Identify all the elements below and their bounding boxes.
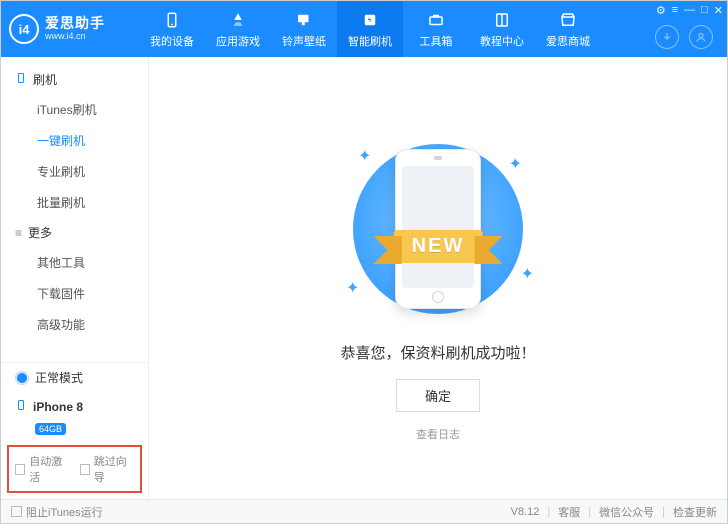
- mode-dot-icon: [15, 371, 29, 385]
- app-url: www.i4.cn: [45, 32, 105, 42]
- post-flash-options: 自动激活 跳过向导: [7, 445, 142, 493]
- app-header: i4 爱思助手 www.i4.cn 我的设备 应用游戏 铃声壁纸 智能刷机 工具…: [1, 1, 727, 57]
- sparkle-icon: ✦: [521, 264, 534, 284]
- sparkle-icon: ✦: [346, 278, 359, 298]
- wechat-link[interactable]: 微信公众号: [599, 504, 654, 520]
- sparkle-icon: ✦: [358, 146, 371, 166]
- close-icon[interactable]: ✕: [714, 4, 723, 17]
- ribbon-text: NEW: [394, 230, 483, 263]
- shop-icon: [558, 10, 578, 30]
- nav-ringtones[interactable]: 铃声壁纸: [271, 1, 337, 57]
- apps-icon: [228, 10, 248, 30]
- mode-label: 正常模式: [35, 369, 83, 386]
- main-nav: 我的设备 应用游戏 铃声壁纸 智能刷机 工具箱 教程中心 爱思商城: [139, 1, 601, 57]
- sidebar-item-pro-flash[interactable]: 专业刷机: [1, 156, 148, 187]
- checkbox-icon: [80, 464, 90, 475]
- logo-text: 爱思助手 www.i4.cn: [45, 16, 105, 41]
- download-button[interactable]: [655, 25, 679, 49]
- nav-label: 智能刷机: [348, 33, 392, 49]
- sidebar-group-title: 刷机: [33, 71, 57, 88]
- nav-toolbox[interactable]: 工具箱: [403, 1, 469, 57]
- logo-icon: i4: [9, 14, 39, 44]
- sparkle-icon: ✦: [509, 154, 522, 174]
- main-content: ✦ ✦ ✦ ✦ NEW 恭喜您，保资料刷机成功啦！ 确定 查看日志: [149, 57, 727, 499]
- sidebar-group-more[interactable]: ≡ 更多: [1, 218, 148, 247]
- confirm-button[interactable]: 确定: [396, 379, 480, 412]
- music-icon: [294, 10, 314, 30]
- flash-icon: [360, 10, 380, 30]
- new-ribbon: NEW: [394, 230, 483, 263]
- sidebar-item-oneclick-flash[interactable]: 一键刷机: [1, 125, 148, 156]
- nav-label: 爱思商城: [546, 33, 590, 49]
- nav-smart-flash[interactable]: 智能刷机: [337, 1, 403, 57]
- status-bar: 阻止iTunes运行 V8.12 | 客服 | 微信公众号 | 检查更新: [1, 499, 727, 523]
- window-controls: ⚙ ≡ — □ ✕: [656, 4, 723, 17]
- app-logo[interactable]: i4 爱思助手 www.i4.cn: [9, 14, 139, 44]
- menu-icon[interactable]: ≡: [672, 4, 678, 17]
- success-message: 恭喜您，保资料刷机成功啦！: [340, 342, 535, 363]
- checkbox-icon: [15, 464, 25, 475]
- nav-my-device[interactable]: 我的设备: [139, 1, 205, 57]
- phone-icon: [15, 71, 27, 88]
- sidebar-item-other-tools[interactable]: 其他工具: [1, 247, 148, 278]
- sidebar-group-title: 更多: [28, 224, 52, 241]
- app-name: 爱思助手: [45, 16, 105, 31]
- success-illustration: ✦ ✦ ✦ ✦ NEW: [328, 134, 548, 324]
- nav-label: 工具箱: [420, 33, 453, 49]
- checkbox-label: 阻止iTunes运行: [26, 504, 103, 520]
- check-update-link[interactable]: 检查更新: [673, 504, 717, 520]
- header-actions: [655, 25, 713, 49]
- phone-icon: [15, 398, 27, 415]
- phone-illustration: [395, 149, 481, 309]
- storage-badge: 64GB: [35, 423, 66, 435]
- skip-guide-checkbox[interactable]: 跳过向导: [80, 453, 135, 485]
- minimize-icon[interactable]: —: [684, 4, 695, 17]
- checkbox-icon: [11, 506, 22, 517]
- nav-store[interactable]: 爱思商城: [535, 1, 601, 57]
- device-name: iPhone 8: [33, 400, 83, 414]
- device-row[interactable]: iPhone 8 64GB: [1, 392, 148, 441]
- nav-label: 铃声壁纸: [282, 33, 326, 49]
- sidebar-group-flash[interactable]: 刷机: [1, 65, 148, 94]
- settings-icon[interactable]: ⚙: [656, 4, 666, 17]
- nav-apps[interactable]: 应用游戏: [205, 1, 271, 57]
- book-icon: [492, 10, 512, 30]
- maximize-icon[interactable]: □: [701, 4, 708, 17]
- view-log-link[interactable]: 查看日志: [416, 426, 460, 442]
- auto-activate-checkbox[interactable]: 自动激活: [15, 453, 70, 485]
- sidebar-item-batch-flash[interactable]: 批量刷机: [1, 187, 148, 218]
- checkbox-label: 自动激活: [29, 453, 69, 485]
- device-icon: [162, 10, 182, 30]
- sidebar: 刷机 iTunes刷机 一键刷机 专业刷机 批量刷机 ≡ 更多 其他工具 下载固…: [1, 57, 149, 499]
- sidebar-item-advanced[interactable]: 高级功能: [1, 309, 148, 340]
- nav-label: 应用游戏: [216, 33, 260, 49]
- list-icon: ≡: [15, 226, 22, 240]
- support-link[interactable]: 客服: [558, 504, 580, 520]
- nav-tutorials[interactable]: 教程中心: [469, 1, 535, 57]
- nav-label: 教程中心: [480, 33, 524, 49]
- sidebar-bottom: 正常模式 iPhone 8 64GB 自动激活 跳过向导: [1, 362, 148, 499]
- user-button[interactable]: [689, 25, 713, 49]
- sidebar-item-itunes-flash[interactable]: iTunes刷机: [1, 94, 148, 125]
- version-label: V8.12: [511, 506, 540, 518]
- toolbox-icon: [426, 10, 446, 30]
- device-mode[interactable]: 正常模式: [1, 363, 148, 392]
- nav-label: 我的设备: [150, 33, 194, 49]
- app-body: 刷机 iTunes刷机 一键刷机 专业刷机 批量刷机 ≡ 更多 其他工具 下载固…: [1, 57, 727, 499]
- sidebar-item-download-fw[interactable]: 下载固件: [1, 278, 148, 309]
- checkbox-label: 跳过向导: [94, 453, 134, 485]
- block-itunes-checkbox[interactable]: 阻止iTunes运行: [11, 504, 103, 520]
